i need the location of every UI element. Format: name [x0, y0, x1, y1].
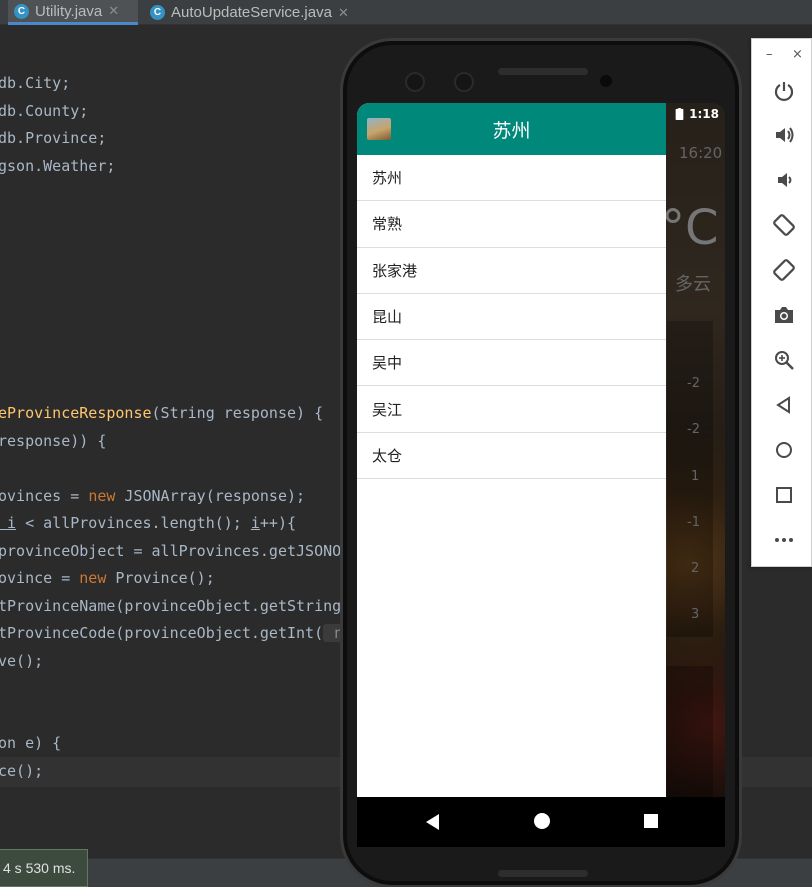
close-tab-icon[interactable]: ✕: [338, 5, 349, 21]
power-icon: [774, 82, 794, 102]
zoom-button[interactable]: [770, 346, 798, 374]
emulator-window-controls: – ×: [752, 47, 812, 65]
volume-up-icon: [776, 127, 794, 143]
code-line: response)) {: [0, 432, 107, 450]
code-line: provinceObject = allProvinces.getJSONO: [0, 542, 342, 560]
editor-tab-bar: C Utility.java ✕ C AutoUpdateService.jav…: [0, 0, 812, 25]
list-item[interactable]: 常熟: [357, 201, 666, 248]
rotate-left-icon: [773, 214, 795, 236]
nav-back-icon[interactable]: [426, 814, 439, 830]
code-line: db.County;: [0, 102, 89, 120]
code-line: ve();: [0, 652, 44, 670]
county-list: 苏州 常熟 张家港 昆山 吴中 吴江 太仓: [357, 155, 666, 480]
volume-down-icon: [778, 173, 792, 187]
proximity-sensor: [600, 75, 612, 87]
tab-label: Utility.java: [35, 2, 103, 20]
bottom-speaker: [498, 870, 588, 877]
code-line: tProvinceName(provinceObject.getString: [0, 597, 342, 615]
java-class-icon: C: [14, 3, 29, 19]
front-camera-icon: [405, 72, 425, 92]
code-line: eProvinceResponse(String response) {: [0, 404, 324, 422]
list-item[interactable]: 吴中: [357, 340, 666, 387]
rotate-right-icon: [773, 259, 795, 281]
code-line: ce();: [0, 762, 44, 780]
close-button[interactable]: ×: [792, 47, 803, 62]
emulator-toolbar: – ×: [751, 38, 812, 567]
drawer-app-bar: 苏州: [357, 103, 666, 155]
code-line: tProvinceCode(provinceObject.getInt( n: [0, 624, 346, 642]
home-button[interactable]: [770, 436, 798, 464]
camera-icon: [775, 307, 793, 323]
minimize-button[interactable]: –: [766, 47, 773, 62]
zoom-icon: [775, 351, 794, 370]
code-line: ovinces = new JSONArray(response);: [0, 487, 306, 505]
back-button[interactable]: [770, 391, 798, 419]
java-class-icon: C: [150, 5, 165, 20]
list-item[interactable]: 昆山: [357, 294, 666, 341]
nav-recents-icon[interactable]: [644, 814, 658, 828]
build-time-toast[interactable]: 4 s 530 ms.: [0, 849, 88, 887]
code-line: db.City;: [0, 74, 71, 92]
list-item[interactable]: 张家港: [357, 248, 666, 294]
screenshot-button[interactable]: [770, 301, 798, 329]
tab-autoupdateservice-java[interactable]: C AutoUpdateService.java ✕: [144, 0, 370, 25]
power-button[interactable]: [770, 77, 798, 105]
rotate-right-button[interactable]: [770, 256, 798, 284]
battery-icon: [675, 108, 684, 120]
front-camera-icon: [454, 72, 474, 92]
list-item[interactable]: 太仓: [357, 433, 666, 480]
home-icon: [776, 442, 792, 458]
more-icon: [775, 538, 793, 542]
code-line: on e) {: [0, 734, 62, 752]
back-icon: [776, 396, 790, 414]
list-item[interactable]: 吴江: [357, 386, 666, 433]
overview-button[interactable]: [770, 481, 798, 509]
nav-home-icon[interactable]: [534, 813, 550, 829]
code-line: i < allProvinces.length(); i++){: [7, 514, 297, 532]
status-time: 1:18: [689, 107, 719, 121]
volume-down-button[interactable]: [770, 166, 798, 194]
top-speaker: [498, 68, 588, 75]
code-line: ovince = new Province();: [0, 569, 215, 587]
code-line: db.Province;: [0, 129, 107, 147]
android-nav-bar: [357, 797, 725, 847]
county-drawer: 苏州 苏州 常熟 张家港 昆山 吴中 吴江 太仓: [357, 103, 666, 797]
rotate-left-button[interactable]: [770, 211, 798, 239]
volume-up-button[interactable]: [770, 121, 798, 149]
tab-utility-java[interactable]: C Utility.java ✕: [8, 0, 138, 25]
more-button[interactable]: [770, 526, 798, 554]
app-title: 苏州: [492, 120, 531, 142]
tab-label: AutoUpdateService.java: [171, 4, 332, 21]
close-tab-icon[interactable]: ✕: [108, 3, 119, 19]
phone-screen[interactable]: 16:20 °C 多云 -2 -2 1 -1 2 3 1:18 苏州 苏州 常熟…: [357, 103, 725, 847]
code-line: gson.Weather;: [0, 157, 116, 175]
list-item[interactable]: 苏州: [357, 155, 666, 202]
overview-icon: [776, 487, 792, 503]
